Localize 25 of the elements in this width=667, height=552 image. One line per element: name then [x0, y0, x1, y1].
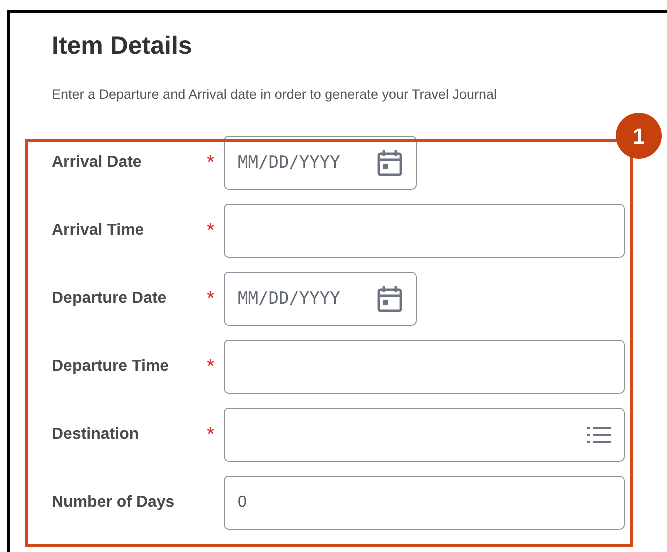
number-field[interactable]: 0	[224, 476, 625, 530]
callout-badge: 1	[616, 113, 662, 159]
date-input[interactable]: MM/DD/YYYY	[238, 150, 364, 176]
field-label: Departure Date	[52, 289, 168, 310]
required-marker: *	[207, 221, 215, 242]
section-title: Item Details	[52, 31, 192, 62]
required-marker: *	[207, 425, 215, 446]
date-input[interactable]: MM/DD/YYYY	[238, 286, 364, 312]
description-text: Enter a Departure and Arrival date in order to generate your Travel Journal	[52, 86, 497, 104]
field-label: Arrival Time	[52, 221, 146, 242]
calendar-icon[interactable]	[377, 285, 403, 314]
field-label: Destination	[52, 425, 140, 446]
date-field[interactable]: MM/DD/YYYY	[224, 272, 417, 326]
field-label: Number of Days	[52, 493, 176, 514]
field-label: Arrival Date	[52, 153, 143, 174]
required-marker: *	[207, 289, 215, 310]
input-field[interactable]	[224, 340, 625, 394]
prompt-field[interactable]	[224, 408, 625, 462]
required-marker: *	[207, 357, 215, 378]
input-field[interactable]	[224, 204, 625, 258]
calendar-icon[interactable]	[377, 149, 403, 178]
date-field[interactable]: MM/DD/YYYY	[224, 136, 417, 190]
field-label: Departure Time	[52, 357, 170, 378]
required-marker: *	[207, 153, 215, 174]
list-icon[interactable]	[587, 426, 611, 444]
